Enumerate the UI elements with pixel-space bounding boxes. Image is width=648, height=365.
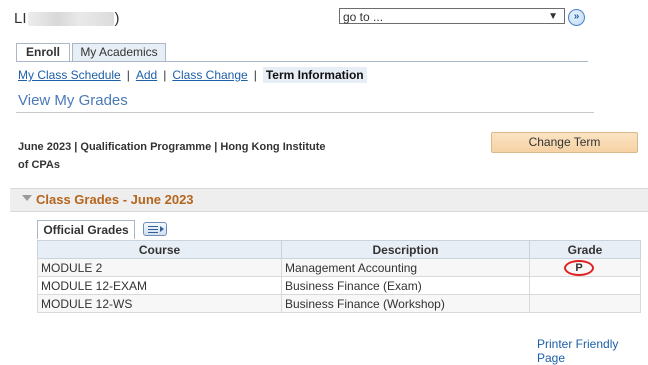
grid-icon-line: [148, 226, 158, 227]
show-all-columns-icon[interactable]: [143, 222, 167, 236]
current-term-information: Term Information: [262, 67, 367, 83]
class-grades-section-header[interactable]: Class Grades - June 2023: [10, 188, 648, 212]
column-header-course: Course: [37, 240, 282, 259]
goto-select[interactable]: go to ... ▼: [339, 8, 565, 24]
nav-separator: |: [253, 68, 257, 82]
printer-friendly-link[interactable]: Printer Friendly Page: [537, 337, 648, 365]
title-divider: [16, 112, 594, 113]
table-row: MODULE 12-EXAM Business Finance (Exam): [37, 276, 641, 295]
description-cell: Business Finance (Workshop): [281, 294, 530, 313]
grade-cell: [529, 276, 641, 295]
grid-icon-line: [148, 229, 158, 230]
description-cell: Business Finance (Exam): [281, 276, 530, 295]
table-row: MODULE 12-WS Business Finance (Workshop): [37, 294, 641, 313]
collapse-triangle-icon[interactable]: [22, 195, 32, 201]
user-name: LI): [14, 10, 120, 27]
grades-table: Course Description Grade MODULE 2 Manage…: [37, 240, 641, 313]
link-class-change[interactable]: Class Change: [172, 68, 247, 82]
description-cell: Management Accounting: [281, 258, 530, 277]
grade-cell: [529, 294, 641, 313]
table-row: MODULE 2 Management Accounting P: [37, 258, 641, 277]
goto-select-value: go to ...: [343, 10, 384, 24]
nav-separator: |: [163, 68, 167, 82]
column-header-description: Description: [281, 240, 530, 259]
table-header-row: Course Description Grade: [37, 240, 641, 259]
grade-value-circled: P: [564, 259, 594, 276]
link-my-class-schedule[interactable]: My Class Schedule: [18, 68, 121, 82]
course-cell: MODULE 12-EXAM: [37, 276, 282, 295]
page-title: View My Grades: [18, 92, 128, 109]
redacted-name-block: [27, 12, 114, 27]
tab-official-grades[interactable]: Official Grades: [37, 220, 135, 239]
nav-separator: |: [126, 68, 130, 82]
change-term-button[interactable]: Change Term: [491, 132, 638, 153]
grade-cell: P: [529, 258, 641, 277]
chevron-down-icon: ▼: [548, 11, 558, 22]
term-info: June 2023 | Qualification Programme | Ho…: [18, 138, 358, 174]
link-add[interactable]: Add: [136, 68, 157, 82]
course-cell: MODULE 12-WS: [37, 294, 282, 313]
column-header-grade: Grade: [529, 240, 641, 259]
term-info-line1: June 2023 | Qualification Programme | Ho…: [18, 141, 326, 153]
sub-navigation: My Class Schedule | Add | Class Change | Term …: [18, 67, 367, 83]
course-cell: MODULE 2: [37, 258, 282, 277]
user-name-initial: LI: [14, 10, 27, 27]
section-title: Class Grades - June 2023: [36, 192, 194, 207]
goto-go-button[interactable]: »: [568, 9, 585, 26]
tab-my-academics[interactable]: My Academics: [72, 43, 166, 61]
user-name-suffix: ): [114, 10, 120, 27]
grid-icon-arrow: [160, 226, 164, 232]
term-info-line2: of CPAs: [18, 159, 60, 171]
tab-enroll[interactable]: Enroll: [16, 43, 70, 61]
tab-divider: [16, 61, 588, 62]
grid-icon-line: [148, 232, 158, 233]
